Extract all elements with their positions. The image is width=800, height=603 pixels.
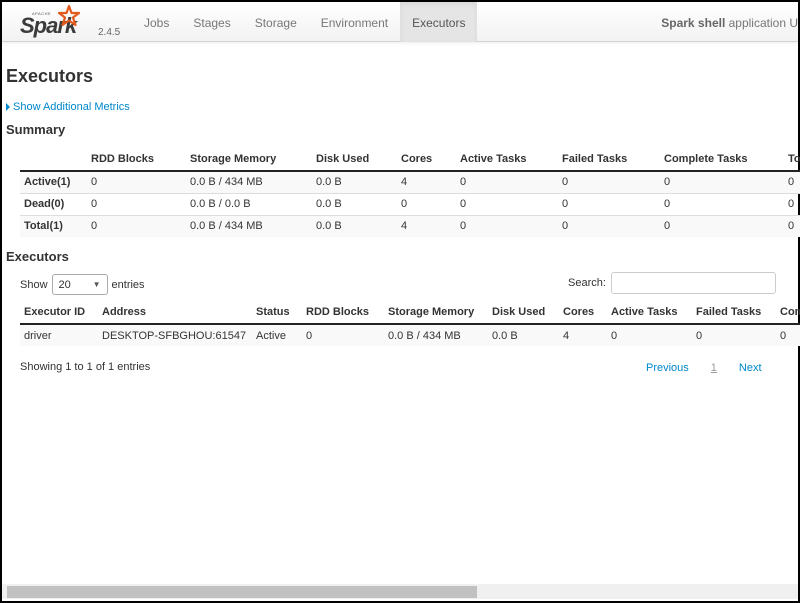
tab-environment[interactable]: Environment [309,2,400,42]
summary-cell: 0.0 B [312,192,397,215]
summary-cell: 0 [660,170,784,193]
search-label: Search: [568,277,606,289]
previous-page-button[interactable]: Previous [646,362,689,374]
app-title: Spark shell application U [661,2,798,42]
summary-title: Summary [6,122,66,137]
summary-cell: 4 [397,214,456,237]
col-status[interactable]: Status [252,301,302,325]
page-size-value: 20 [58,278,71,291]
summary-cell: 0 [784,192,800,215]
page-1-button[interactable]: 1 [711,362,717,374]
cores-cell: 4 [559,323,607,346]
col-address[interactable]: Address [98,301,252,325]
executors-header-row: Executor ID Address Status RDD Blocks St… [20,301,800,325]
summary-row-active: Active(1) 0 0.0 B / 434 MB 0.0 B 4 0 0 0… [20,170,800,193]
executors-table: Executor ID Address Status RDD Blocks St… [20,301,800,346]
page-size-select[interactable]: 20 ▼ [51,274,108,295]
col-cores[interactable]: Cores [559,301,607,325]
summary-row-dead: Dead(0) 0 0.0 B / 0.0 B 0.0 B 0 0 0 0 0 [20,192,800,215]
summary-cell: 0 [87,170,186,193]
status-cell: Active [252,323,302,346]
spark-version: 2.4.5 [98,27,121,38]
top-navbar: APACHE Spark 2.4.5 Jobs Stages Storage E… [2,2,798,42]
summary-cell: 0 [558,192,660,215]
summary-cell: 0 [456,192,558,215]
show-label: Show [20,278,48,291]
summary-cell: 0 [558,170,660,193]
summary-cell: 0.0 B / 0.0 B [186,192,312,215]
disk-used-cell: 0.0 B [488,323,559,346]
scrollbar-thumb[interactable] [7,586,477,598]
table-info: Showing 1 to 1 of 1 entries [20,361,151,373]
summary-col-blank [20,148,87,172]
executors-section-title: Executors [6,249,69,264]
summary-col-failed-tasks[interactable]: Failed Tasks [558,148,660,172]
summary-cell: Active(1) [20,170,87,193]
nav-tabs: Jobs Stages Storage Environment Executor… [132,2,478,42]
summary-cell: 0.0 B [312,170,397,193]
next-page-button[interactable]: Next [739,362,762,374]
summary-cell: 0.0 B / 434 MB [186,214,312,237]
active-tasks-cell: 0 [607,323,692,346]
summary-cell: 0 [456,214,558,237]
summary-cell: 0 [87,192,186,215]
summary-col-disk-used[interactable]: Disk Used [312,148,397,172]
failed-tasks-cell: 0 [692,323,776,346]
col-complete-tasks[interactable]: Com [776,301,800,325]
entries-label: entries [111,278,145,291]
summary-cell: 0 [87,214,186,237]
tab-stages[interactable]: Stages [181,2,242,42]
show-additional-metrics-link[interactable]: Show Additional Metrics [6,101,130,113]
col-storage-memory[interactable]: Storage Memory [384,301,488,325]
app-name: Spark shell [661,16,726,30]
summary-cell: 4 [397,170,456,193]
caret-right-icon [6,103,10,111]
summary-cell: 0 [660,192,784,215]
summary-cell: 0 [784,170,800,193]
summary-cell: 0 [660,214,784,237]
tab-executors[interactable]: Executors [400,2,478,42]
app-suffix: application U [725,16,798,30]
storage-memory-cell: 0.0 B / 434 MB [384,323,488,346]
tab-storage[interactable]: Storage [243,2,309,42]
summary-table: RDD Blocks Storage Memory Disk Used Core… [20,148,800,237]
summary-cell: Total(1) [20,214,87,237]
summary-col-complete-tasks[interactable]: Complete Tasks [660,148,784,172]
summary-cell: 0.0 B [312,214,397,237]
summary-col-cores[interactable]: Cores [397,148,456,172]
address-cell: DESKTOP-SFBGHOU:61547 [98,323,252,346]
summary-col-total-tasks[interactable]: To [784,148,800,172]
spark-logo[interactable]: APACHE Spark 2.4.5 [20,5,120,39]
col-executor-id[interactable]: Executor ID [20,301,98,325]
search-input[interactable] [610,272,776,294]
pagination: Previous 1 Next [646,362,762,374]
summary-col-rdd-blocks[interactable]: RDD Blocks [87,148,186,172]
col-failed-tasks[interactable]: Failed Tasks [692,301,776,325]
col-active-tasks[interactable]: Active Tasks [607,301,692,325]
col-rdd-blocks[interactable]: RDD Blocks [302,301,384,325]
tab-jobs[interactable]: Jobs [132,2,181,42]
dropdown-arrow-icon: ▼ [92,280,101,289]
rdd-blocks-cell: 0 [302,323,384,346]
col-disk-used[interactable]: Disk Used [488,301,559,325]
summary-cell: 0 [397,192,456,215]
page-size-control: Show 20 ▼ entries [20,274,145,295]
summary-col-active-tasks[interactable]: Active Tasks [456,148,558,172]
summary-col-storage-memory[interactable]: Storage Memory [186,148,312,172]
summary-cell: 0.0 B / 434 MB [186,170,312,193]
search-control: Search: [568,272,776,294]
complete-tasks-cell: 0 [776,323,800,346]
summary-header-row: RDD Blocks Storage Memory Disk Used Core… [20,148,800,172]
summary-row-total: Total(1) 0 0.0 B / 434 MB 0.0 B 4 0 0 0 … [20,214,800,237]
spark-star-icon [58,5,80,27]
summary-cell: Dead(0) [20,192,87,215]
horizontal-scrollbar[interactable] [2,584,798,599]
show-additional-metrics-label: Show Additional Metrics [13,101,130,113]
page-title: Executors [6,66,94,86]
summary-cell: 0 [784,214,800,237]
executor-id-cell: driver [20,323,98,346]
summary-cell: 0 [456,170,558,193]
summary-cell: 0 [558,214,660,237]
table-row: driver DESKTOP-SFBGHOU:61547 Active 0 0.… [20,323,800,346]
